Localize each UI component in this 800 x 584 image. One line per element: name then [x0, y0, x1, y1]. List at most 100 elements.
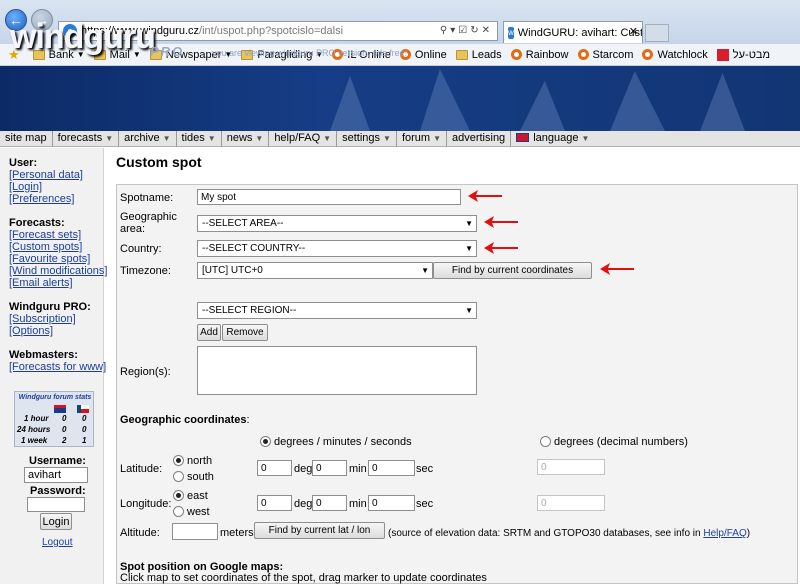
- chevron-down-icon: ▼: [207, 134, 216, 143]
- windguru-logo[interactable]: windguru: [10, 18, 156, 57]
- find-by-lat-lon-button[interactable]: Find by current lat / lon: [254, 522, 385, 539]
- help-faq-link[interactable]: Help/FAQ: [703, 528, 746, 539]
- elevation-note-close: ): [746, 528, 751, 539]
- longitude-sec-input[interactable]: 0: [368, 495, 415, 511]
- menu-item-news[interactable]: news ▼: [222, 131, 270, 147]
- stat-period: 24 hours: [17, 425, 51, 434]
- latitude-sec-input[interactable]: 0: [368, 460, 415, 476]
- longitude-deg-input[interactable]: 0: [257, 495, 292, 511]
- spotname-input[interactable]: My spot: [197, 189, 461, 205]
- sidebar-link-options[interactable]: [Options]: [9, 325, 53, 337]
- site-ring-icon: [577, 49, 589, 60]
- menu-item-label: archive: [124, 132, 160, 144]
- favorite-item[interactable]: Rainbow: [510, 48, 569, 61]
- sidebar-link-forecast-sets[interactable]: [Forecast sets]: [9, 229, 81, 241]
- altitude-input[interactable]: [172, 523, 218, 540]
- chevron-down-icon: ▼: [383, 134, 391, 143]
- annotation-arrow-icon: [484, 216, 518, 228]
- menu-item-help-faq[interactable]: help/FAQ ▼: [269, 131, 338, 147]
- menu-item-forum[interactable]: forum ▼: [397, 131, 447, 147]
- min-unit: min: [349, 498, 367, 510]
- latitude-label: Latitude:: [120, 463, 163, 475]
- favorite-label: מבט-על: [732, 48, 771, 61]
- chevron-down-icon: ▼: [581, 134, 590, 143]
- stat-cz: 0: [82, 414, 87, 423]
- dms-format-radio[interactable]: [260, 436, 271, 447]
- longitude-label: Longitude:: [120, 498, 172, 510]
- annotation-arrow-icon: [468, 190, 502, 202]
- menu-item-archive[interactable]: archive ▼: [119, 131, 177, 147]
- menu-item-label: forum: [401, 132, 431, 144]
- sidebar-link-favourite-spots[interactable]: [Favourite spots]: [9, 253, 90, 265]
- chevron-down-icon: ▼: [105, 134, 114, 143]
- chevron-down-icon: ▼: [465, 306, 473, 315]
- east-radio[interactable]: [173, 490, 184, 501]
- favorite-item[interactable]: מבט-על: [716, 48, 771, 61]
- banner-tagline: you are viewing windguru PRO version, ad…: [212, 48, 408, 58]
- decimal-format-radio[interactable]: [540, 436, 551, 447]
- menu-item-forecasts[interactable]: forecasts ▼: [53, 131, 120, 147]
- decimal-format-label: degrees (decimal numbers): [554, 436, 688, 448]
- find-by-current-coordinates-button[interactable]: Find by current coordinates: [433, 262, 592, 279]
- site-ring-icon: [642, 49, 654, 60]
- timezone-select[interactable]: [UTC] UTC+0 ▼: [197, 262, 433, 279]
- north-radio[interactable]: [173, 455, 184, 466]
- geographic-coordinates-heading: Geographic coordinates:: [120, 414, 250, 426]
- tab-title: WindGURU: avihart: Custo...: [517, 26, 643, 39]
- sidebar-link-email-alerts[interactable]: [Email alerts]: [9, 277, 73, 289]
- username-input[interactable]: avihart: [24, 467, 88, 483]
- south-radio[interactable]: [173, 471, 184, 482]
- sidebar-link-preferences[interactable]: [Preferences]: [9, 193, 74, 205]
- password-input[interactable]: [27, 497, 85, 512]
- favorite-item[interactable]: Watchlock: [642, 49, 708, 61]
- latitude-min-input[interactable]: 0: [312, 460, 347, 476]
- add-region-button[interactable]: Add: [197, 324, 221, 341]
- sidebar-link-forecasts-for-www[interactable]: [Forecasts for www]: [9, 361, 106, 373]
- stat-en: 0: [62, 414, 67, 423]
- stat-cz: 0: [82, 425, 87, 434]
- region-select[interactable]: --SELECT REGION-- ▼: [197, 302, 477, 319]
- latitude-decimal-input[interactable]: 0: [537, 459, 605, 475]
- elevation-note-text: (source of elevation data: SRTM and GTOP…: [388, 528, 704, 539]
- sidebar-link-custom-spots[interactable]: [Custom spots]: [9, 241, 82, 253]
- menu-item-advertising[interactable]: advertising: [447, 131, 512, 147]
- menu-item-tides[interactable]: tides ▼: [177, 131, 222, 147]
- sidebar-link-wind-modifications[interactable]: [Wind modifications]: [9, 265, 107, 277]
- west-radio[interactable]: [173, 506, 184, 517]
- heading-colon: :: [246, 414, 250, 426]
- favorite-item[interactable]: Leads: [455, 48, 502, 61]
- regions-listbox[interactable]: [197, 346, 477, 395]
- logout-link[interactable]: Logout: [42, 537, 73, 548]
- country-select[interactable]: --SELECT COUNTRY-- ▼: [197, 240, 477, 257]
- browser-tab[interactable]: w WindGURU: avihart: Custo... ✕: [503, 21, 643, 43]
- site-ring-icon: [510, 49, 522, 60]
- longitude-min-input[interactable]: 0: [312, 495, 347, 511]
- west-label: west: [187, 506, 210, 518]
- remove-region-button[interactable]: Remove: [222, 324, 268, 341]
- sidebar-link-login[interactable]: [Login]: [9, 181, 42, 193]
- annotation-arrow-icon: [600, 263, 634, 275]
- close-tab-icon[interactable]: ✕: [629, 25, 638, 38]
- regions-label: Region(s):: [120, 366, 171, 378]
- favorite-label: Rainbow: [525, 48, 569, 61]
- new-tab-button[interactable]: [645, 24, 669, 42]
- menu-item-label: help/FAQ: [274, 132, 321, 144]
- latitude-deg-input[interactable]: 0: [257, 460, 292, 476]
- timezone-label: Timezone:: [120, 265, 171, 277]
- favorite-label: Leads: [471, 48, 502, 61]
- menu-item-site-map[interactable]: site map: [0, 131, 53, 147]
- menu-item-settings[interactable]: settings ▼: [337, 131, 397, 147]
- browser-window: ← → e https:// www.windguru.cz /int/uspo…: [0, 0, 800, 584]
- sidebar-link-subscription[interactable]: [Subscription]: [9, 313, 76, 325]
- country-label: Country:: [120, 243, 162, 255]
- address-controls-icon[interactable]: ⚲▾☑↻✕: [440, 25, 493, 36]
- menu-items: site map forecasts ▼ archive ▼ tides ▼ news ▼ hel…: [0, 131, 512, 147]
- geographic-area-select[interactable]: --SELECT AREA-- ▼: [197, 215, 477, 232]
- favorite-item[interactable]: Starcom: [577, 49, 633, 61]
- menu-item-language[interactable]: language ▼: [511, 131, 594, 147]
- pro-badge: PRO: [150, 44, 185, 59]
- select-value: [UTC] UTC+0: [202, 265, 263, 276]
- sidebar-link-personal-data[interactable]: [Personal data]: [9, 169, 83, 181]
- login-button[interactable]: Login: [40, 513, 72, 530]
- longitude-decimal-input[interactable]: 0: [537, 495, 605, 511]
